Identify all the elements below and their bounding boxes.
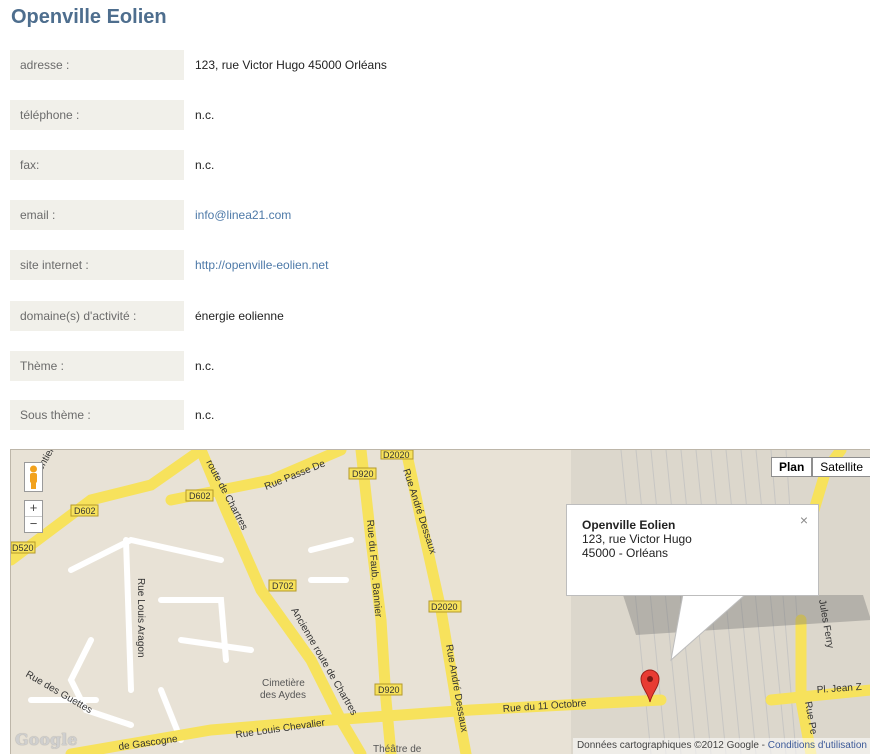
field-label: Thème : [10,351,184,381]
info-window-address: 123, rue Victor Hugo [582,532,692,546]
field-label: domaine(s) d'activité : [10,301,184,331]
info-row-website: site internet : http://openville-eolien.… [10,250,870,280]
map[interactable]: D602 D602 D520 D920 D920 D2020 D2020 D70… [10,449,870,754]
field-value: 123, rue Victor Hugo 45000 Orléans [195,58,387,72]
email-link[interactable]: info@linea21.com [195,200,291,230]
attribution-text: Données cartographiques ©2012 Google [576,740,759,751]
field-label: fax: [10,150,184,180]
field-value: n.c. [195,158,215,172]
page-title: Openville Eolien [11,6,167,28]
map-marker-icon[interactable] [640,669,660,708]
info-row-theme: Thème : n.c. [10,351,870,381]
info-row-address: adresse : 123, rue Victor Hugo 45000 Orl… [10,50,870,80]
terms-link[interactable]: Conditions d'utilisation [768,740,867,751]
field-value: n.c. [195,108,215,122]
info-row-phone: téléphone : n.c. [10,100,870,130]
field-value: n.c. [195,408,215,422]
map-attribution: Données cartographiques ©2012 Google - C… [572,738,870,754]
info-row-activity: domaine(s) d'activité : énergie eolienne [10,301,870,331]
field-label: téléphone : [10,100,184,130]
google-logo: Google [15,730,78,749]
close-icon[interactable]: × [800,513,808,527]
field-label: site internet : [10,250,184,280]
info-row-fax: fax: n.c. [10,150,870,180]
field-value: énergie eolienne [195,309,284,323]
info-window: × Openville Eolien 123, rue Victor Hugo … [566,504,819,596]
field-label: Sous thème : [10,400,184,430]
info-window-tail [670,593,748,662]
website-link[interactable]: http://openville-eolien.net [195,250,328,280]
field-label: email : [10,200,184,230]
info-row-email: email : info@linea21.com [10,200,870,230]
info-window-title: Openville Eolien [582,518,676,532]
field-value: n.c. [195,359,215,373]
info-window-city: 45000 - Orléans [582,546,669,560]
field-label: adresse : [10,50,184,80]
info-row-subtheme: Sous thème : n.c. [10,400,870,430]
